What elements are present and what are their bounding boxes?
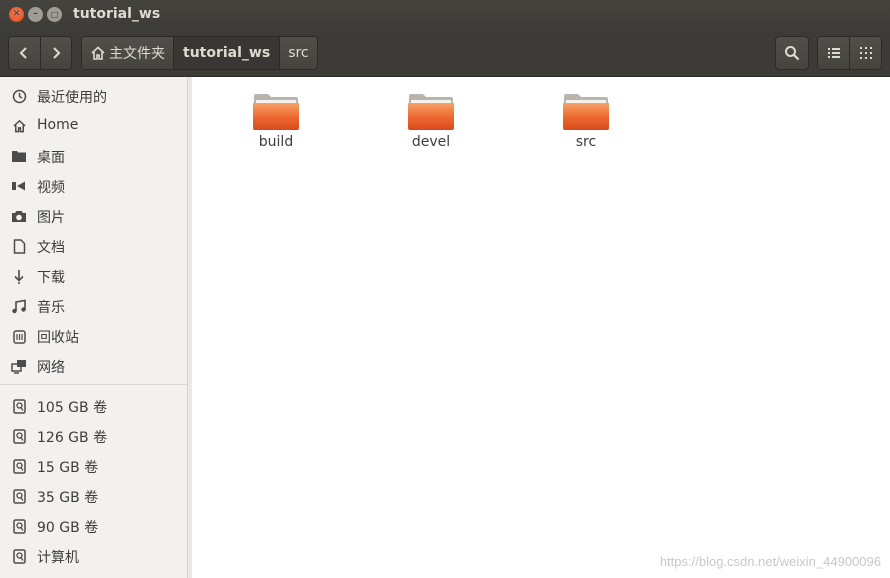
sidebar-item-desktop[interactable]: 桌面 <box>0 141 187 171</box>
drive-icon <box>11 458 27 474</box>
sidebar-item-volume-35[interactable]: 35 GB 卷 <box>0 481 187 511</box>
sidebar: 最近使用的 Home 桌面 视频 图片 文档 下载 音乐 回收站 网络 105 … <box>0 77 188 578</box>
drive-icon <box>11 488 27 504</box>
sidebar-item-videos[interactable]: 视频 <box>0 171 187 201</box>
document-icon <box>11 238 27 254</box>
list-view-icon <box>827 48 840 58</box>
sidebar-item-label: 图片 <box>37 210 65 226</box>
home-icon <box>11 118 27 134</box>
maximize-window-button[interactable]: □ <box>47 7 62 22</box>
view-toggle-group <box>817 36 882 70</box>
grid-view-icon <box>859 47 872 59</box>
search-button[interactable] <box>775 36 809 70</box>
drive-icon <box>11 518 27 534</box>
toolbar: 主文件夹 tutorial_ws src <box>0 30 890 77</box>
sidebar-item-label: 网络 <box>37 360 65 376</box>
list-view-button[interactable] <box>818 37 850 69</box>
window-title: tutorial_ws <box>73 6 161 22</box>
minimize-icon: – <box>33 9 38 19</box>
folder-name: devel <box>411 134 451 150</box>
home-icon <box>91 46 105 60</box>
sidebar-separator <box>0 384 187 385</box>
folder-item-src[interactable]: src <box>546 92 626 162</box>
folder-icon <box>563 94 609 130</box>
folder-item-devel[interactable]: devel <box>391 92 471 162</box>
sidebar-item-label: 下载 <box>37 270 65 286</box>
clock-icon <box>11 88 27 104</box>
search-icon <box>785 46 800 61</box>
sidebar-item-trash[interactable]: 回收站 <box>0 321 187 351</box>
sidebar-item-pictures[interactable]: 图片 <box>0 201 187 231</box>
minimize-window-button[interactable]: – <box>28 7 43 22</box>
folder-icon <box>253 94 299 130</box>
sidebar-item-label: 音乐 <box>37 300 65 316</box>
sidebar-item-downloads[interactable]: 下载 <box>0 261 187 291</box>
sidebar-item-label: 90 GB 卷 <box>37 520 99 536</box>
sidebar-item-label: 视频 <box>37 180 65 196</box>
sidebar-item-label: Home <box>37 117 79 133</box>
sidebar-item-label: 文档 <box>37 240 65 256</box>
sidebar-item-label: 105 GB 卷 <box>37 400 108 416</box>
sidebar-item-documents[interactable]: 文档 <box>0 231 187 261</box>
close-window-button[interactable]: ✕ <box>9 7 24 22</box>
sidebar-item-label: 回收站 <box>37 330 79 346</box>
desktop-folder-icon <box>11 148 27 164</box>
sidebar-item-label: 35 GB 卷 <box>37 490 99 506</box>
sidebar-item-label: 15 GB 卷 <box>37 460 99 476</box>
forward-button[interactable] <box>41 37 72 69</box>
computer-drive-icon <box>11 548 27 564</box>
navigation-buttons <box>8 36 72 70</box>
breadcrumb-current[interactable]: tutorial_ws <box>174 37 281 69</box>
sidebar-item-home[interactable]: Home <box>0 111 187 141</box>
folder-name: build <box>258 134 294 150</box>
file-view[interactable]: build devel src <box>192 77 890 578</box>
drive-icon <box>11 398 27 414</box>
close-icon: ✕ <box>12 9 21 19</box>
title-bar: ✕ – □ tutorial_ws <box>0 0 890 30</box>
sidebar-item-network[interactable]: 网络 <box>0 351 187 381</box>
folder-icon <box>408 94 454 130</box>
sidebar-item-volume-105[interactable]: 105 GB 卷 <box>0 391 187 421</box>
sidebar-item-label: 最近使用的 <box>37 90 107 106</box>
sidebar-item-volume-15[interactable]: 15 GB 卷 <box>0 451 187 481</box>
breadcrumb-home-label: 主文件夹 <box>109 46 165 62</box>
download-icon <box>11 268 27 284</box>
sidebar-item-computer[interactable]: 计算机 <box>0 541 187 571</box>
back-button[interactable] <box>9 37 41 69</box>
folder-item-build[interactable]: build <box>236 92 316 162</box>
sidebar-item-label: 126 GB 卷 <box>37 430 108 446</box>
breadcrumb: 主文件夹 tutorial_ws src <box>81 36 318 70</box>
video-icon <box>11 178 27 194</box>
sidebar-item-volume-126[interactable]: 126 GB 卷 <box>0 421 187 451</box>
sidebar-item-label: 计算机 <box>37 550 79 566</box>
watermark-text: https://blog.csdn.net/weixin_44900096 <box>659 554 881 569</box>
breadcrumb-child[interactable]: src <box>280 37 316 69</box>
chevron-left-icon <box>19 47 27 59</box>
trash-icon <box>11 328 27 344</box>
sidebar-item-recent[interactable]: 最近使用的 <box>0 81 187 111</box>
folder-name: src <box>575 134 597 150</box>
music-icon <box>11 298 27 314</box>
sidebar-item-volume-90[interactable]: 90 GB 卷 <box>0 511 187 541</box>
camera-icon <box>11 208 27 224</box>
maximize-icon: □ <box>50 10 59 19</box>
chevron-right-icon <box>53 47 61 59</box>
sidebar-item-music[interactable]: 音乐 <box>0 291 187 321</box>
grid-view-button[interactable] <box>850 37 881 69</box>
sidebar-item-label: 桌面 <box>37 150 65 166</box>
breadcrumb-home[interactable]: 主文件夹 <box>82 37 174 69</box>
network-icon <box>11 358 27 374</box>
drive-icon <box>11 428 27 444</box>
